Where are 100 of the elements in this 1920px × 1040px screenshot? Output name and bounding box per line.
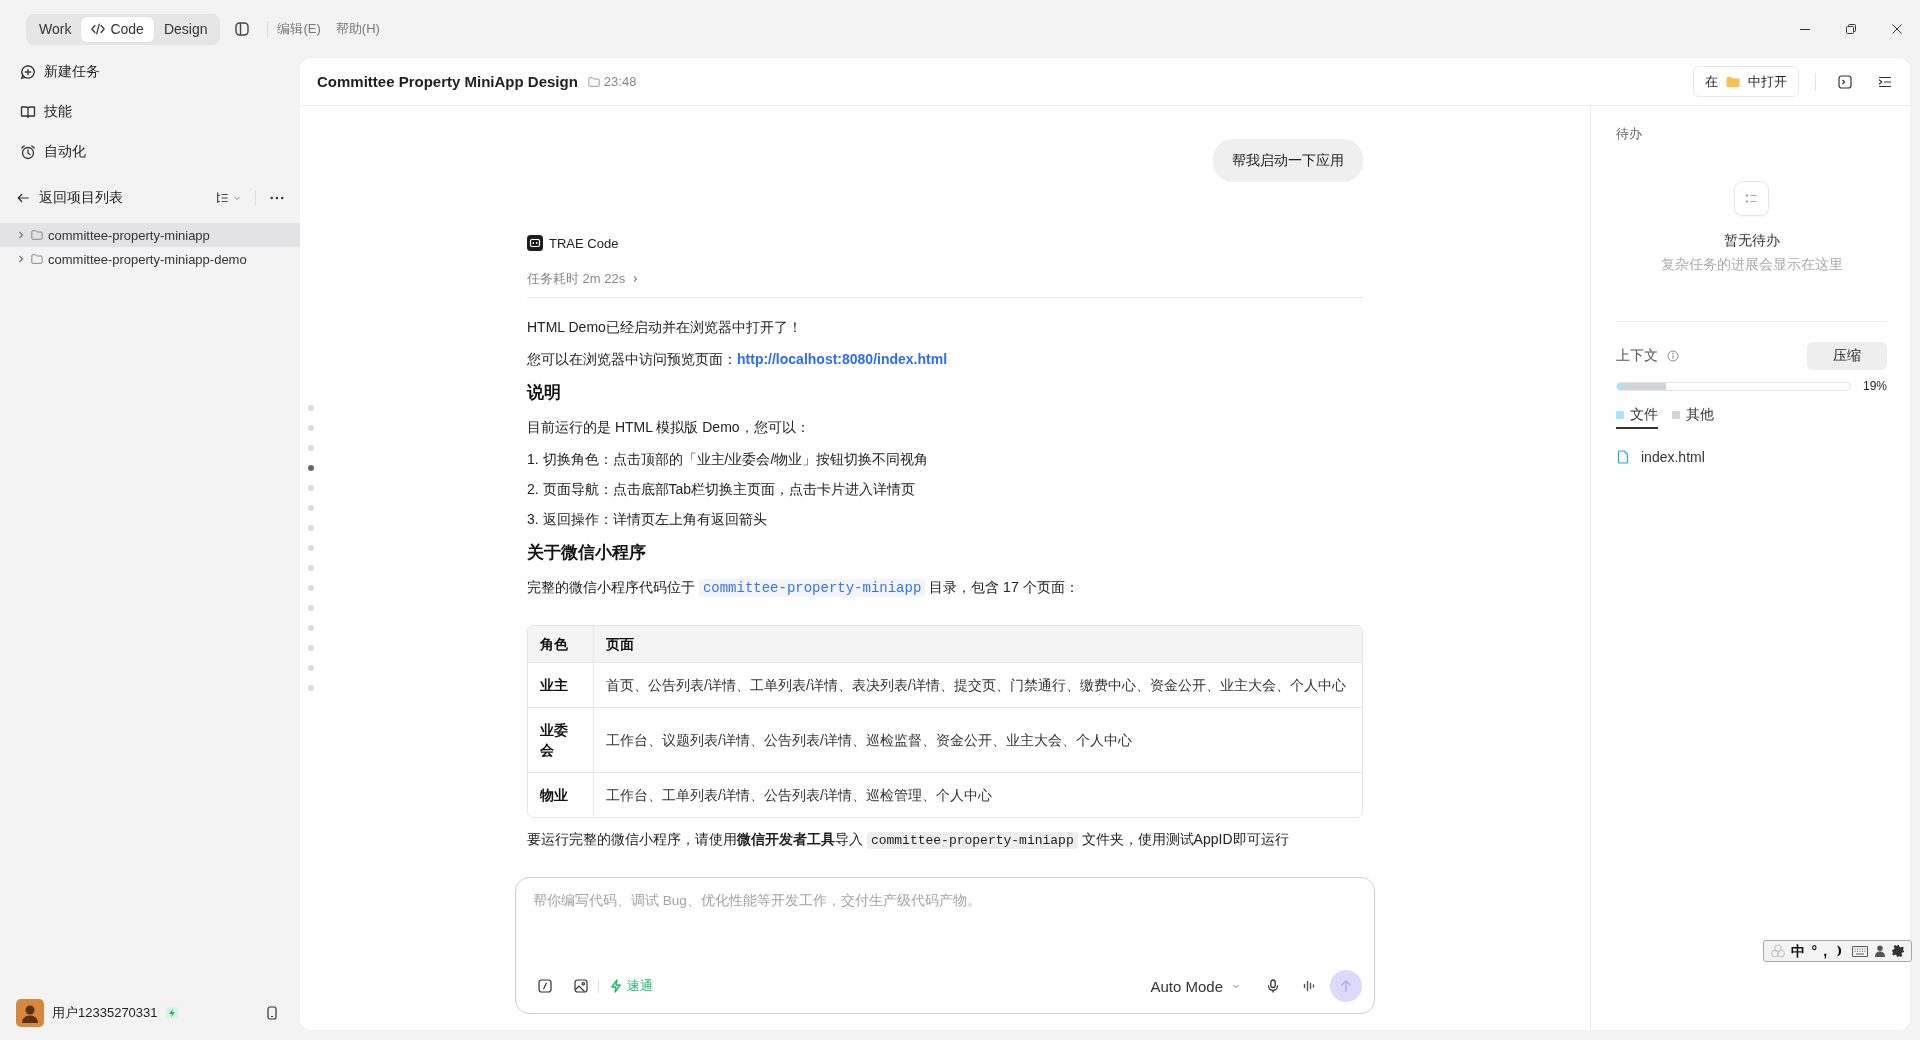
empty-title: 暂无待办 — [1723, 231, 1780, 250]
table-cell: 业委会 — [528, 707, 594, 772]
user-message: 帮我启动一下应用 — [1213, 139, 1363, 182]
terminal-icon[interactable] — [1838, 74, 1852, 89]
avatar-icon[interactable] — [16, 999, 44, 1027]
project-item[interactable]: committee-property-miniapp-demo — [0, 247, 300, 271]
lightning-icon — [609, 979, 623, 993]
message-paragraph: 目前运行的是 HTML 模拟版 Demo，您可以： — [527, 418, 811, 437]
url-link[interactable]: http://localhost:8080/index.html — [737, 351, 948, 367]
ime-mode-label[interactable]: 中 — [1791, 943, 1806, 959]
menu-item[interactable]: 编辑(E) — [277, 20, 321, 38]
info-icon[interactable] — [1667, 350, 1679, 362]
keyboard-icon[interactable] — [1851, 945, 1868, 957]
chevron-icon[interactable] — [16, 230, 26, 240]
table-cell: 首页、公告列表/详情、工单列表/详情、表决列表/详情、提交页、门禁通行、缴费中心、资金公开、业主大会、个人中心 — [594, 662, 1362, 707]
ime-mode-label[interactable]: ° — [1811, 943, 1817, 959]
timeline-marker[interactable] — [308, 525, 314, 531]
table-header-cell: 角色 — [528, 626, 594, 662]
context-title: 上下文 — [1616, 347, 1658, 365]
mode-tab[interactable]: Design — [153, 16, 218, 42]
sidebar-toggle-icon[interactable] — [234, 21, 251, 37]
nav-item[interactable]: 自动化 — [0, 138, 96, 166]
list-item: 2. 页面导航：点击底部Tab栏切换主页面，点击卡片进入详情页 — [527, 480, 916, 499]
phone-icon[interactable] — [265, 1006, 279, 1020]
close-icon[interactable] — [1892, 24, 1902, 34]
timeline-marker[interactable] — [308, 685, 314, 691]
timeline-marker[interactable] — [308, 605, 314, 611]
message-paragraph: 要运行完整的微信小程序，请使用微信开发者工具导入 committee-property-miniapp 文件夹，使用测试AppID即可运行 — [527, 830, 1290, 851]
message-input[interactable]: 帮你编写代码、调试 Bug、优化性能等开发工作，交付生产级代码产物。 — [516, 878, 1374, 959]
timeline-marker[interactable] — [308, 565, 314, 571]
timeline-marker[interactable] — [308, 405, 314, 411]
user-name: 用户12335270331 — [52, 1004, 158, 1022]
rings-logo-icon[interactable] — [1771, 944, 1785, 958]
list-item: 3. 返回操作：详情页左上角有返回箭头 — [527, 510, 767, 529]
waveform-icon[interactable] — [1302, 979, 1316, 993]
code-icon — [91, 22, 106, 36]
folder-path-link[interactable]: committee-property-miniapp — [698, 579, 926, 597]
section-heading: 说明 — [527, 382, 562, 404]
open-in-folder-button[interactable]: 在 中打开 — [1693, 66, 1799, 97]
caret-icon — [1232, 982, 1240, 990]
composer-field[interactable]: 帮你编写代码、调试 Bug、优化性能等开发工作，交付生产级代码产物。 速通 Auto Mode — [515, 877, 1375, 1014]
nav-item[interactable]: 新建任务 — [0, 58, 110, 86]
session-time: 23:48 — [603, 74, 637, 89]
table-cell: 业主 — [528, 662, 594, 707]
lightning-badge-icon — [165, 1007, 178, 1019]
project-title: Committee Property MiniApp Design — [317, 73, 578, 90]
message-paragraph: HTML Demo已经启动并在浏览器中打开了！ — [527, 318, 803, 337]
timeline-marker[interactable] — [308, 645, 314, 651]
slash-command-icon[interactable] — [538, 979, 552, 993]
table-cell: 工作台、工单列表/详情、公告列表/详情、巡检管理、个人中心 — [594, 772, 1362, 817]
timeline-marker[interactable] — [308, 545, 314, 551]
timeline-marker[interactable] — [308, 625, 314, 631]
list-indent-icon[interactable] — [1878, 74, 1892, 89]
microphone-icon[interactable] — [1266, 979, 1280, 993]
context-category-tab[interactable]: 其他 — [1672, 406, 1714, 429]
timeline-marker[interactable] — [308, 505, 314, 511]
nav-item[interactable]: 技能 — [0, 98, 82, 126]
file-item[interactable]: index.html — [1616, 449, 1705, 465]
more-icon[interactable] — [270, 196, 284, 200]
mode-tab[interactable]: Code — [81, 16, 154, 42]
person-icon[interactable] — [1873, 945, 1886, 957]
agent-logo-icon — [527, 235, 543, 251]
empty-hint: 复杂任务的进展会显示在这里 — [1660, 255, 1843, 274]
alarm-clock-icon — [20, 144, 36, 160]
restore-icon[interactable] — [1846, 24, 1856, 34]
folder-icon — [587, 75, 600, 88]
compress-button[interactable]: 压缩 — [1807, 342, 1887, 370]
timeline-marker[interactable] — [308, 665, 314, 671]
book-icon — [20, 104, 36, 120]
tree-view-icon[interactable] — [215, 191, 229, 205]
message-paragraph: 您可以在浏览器中访问预览页面：http://localhost:8080/index.html — [527, 350, 949, 369]
todo-list-icon — [1734, 181, 1769, 216]
timeline-marker[interactable] — [308, 445, 314, 451]
folder-icon — [1726, 74, 1740, 89]
back-link[interactable]: 返回项目列表 — [16, 189, 123, 207]
timeline-marker[interactable] — [308, 425, 314, 431]
folder-icon — [31, 253, 43, 265]
todo-title: 待办 — [1616, 125, 1642, 143]
agent-name: TRAE Code — [549, 235, 619, 251]
chevron-icon — [631, 275, 640, 283]
caret-icon[interactable] — [233, 194, 241, 202]
mode-tab[interactable]: Work — [29, 16, 82, 42]
project-item[interactable]: committee-property-miniapp — [0, 223, 300, 247]
table-cell: 物业 — [528, 772, 594, 817]
file-icon — [1616, 450, 1630, 464]
list-item: 1. 切换角色：点击顶部的「业主/业委会/物业」按钮切换不同视角 — [527, 450, 929, 469]
ime-mode-label[interactable]: , — [1823, 943, 1828, 959]
timeline-marker[interactable] — [308, 465, 314, 471]
timeline-marker[interactable] — [308, 485, 314, 491]
image-icon[interactable] — [574, 979, 588, 993]
table-header-cell: 页面 — [594, 626, 1362, 662]
menu-item[interactable]: 帮助(H) — [335, 20, 380, 38]
mode-dropdown[interactable]: Auto Mode — [1150, 977, 1240, 995]
task-duration-toggle[interactable]: 任务耗时 2m 22s — [527, 269, 640, 289]
context-category-tab[interactable]: 文件 — [1616, 406, 1658, 429]
folder-icon — [31, 229, 43, 241]
chevron-icon[interactable] — [16, 254, 26, 264]
timeline-marker[interactable] — [308, 585, 314, 591]
settings-icon[interactable] — [1891, 945, 1904, 957]
back-arrow-icon — [16, 191, 30, 205]
